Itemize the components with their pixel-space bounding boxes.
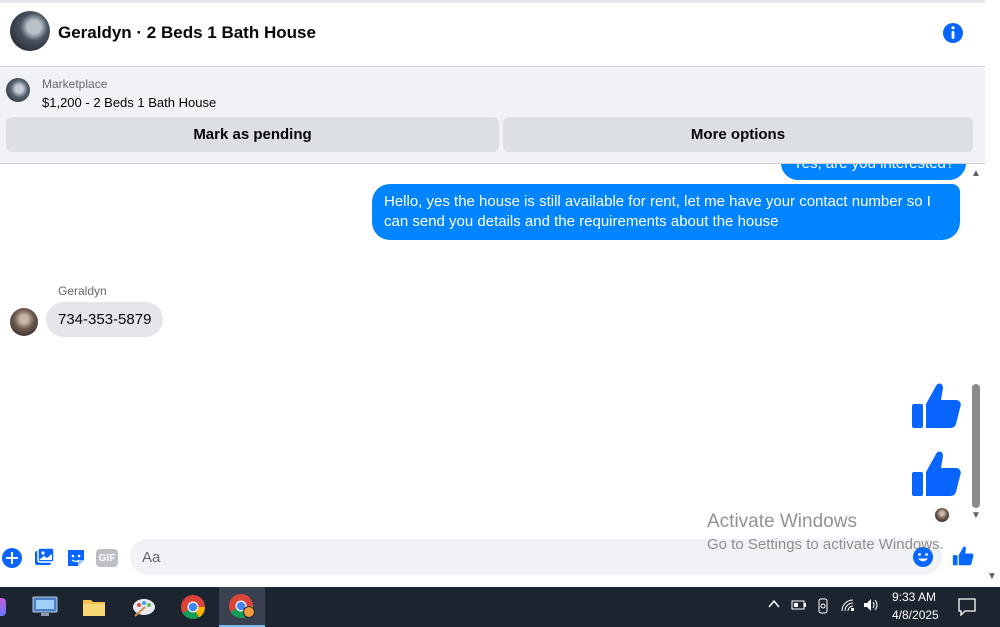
outgoing-message[interactable]: Hello, yes the house is still available …	[372, 184, 960, 240]
paint-palette-icon	[133, 599, 155, 617]
gif-label: GIF	[98, 552, 116, 564]
sticker-icon[interactable]	[65, 547, 87, 569]
marketplace-panel: Marketplace $1,200 - 2 Beds 1 Bath House…	[0, 67, 985, 164]
activate-windows-title: Activate Windows	[707, 511, 857, 532]
message-thread: Yes, are you interested? Hello, yes the …	[0, 164, 968, 536]
seen-indicator-avatar	[935, 508, 949, 522]
device-icon[interactable]	[816, 598, 830, 617]
volume-icon[interactable]	[863, 598, 881, 615]
folder-icon	[83, 600, 105, 616]
partial-app-icon[interactable]	[0, 598, 6, 616]
incoming-message[interactable]: 734-353-5879	[46, 302, 164, 337]
scroll-up-arrow-icon[interactable]: ▲	[971, 168, 981, 179]
monitor-app-icon	[32, 596, 58, 616]
contact-avatar[interactable]	[10, 11, 50, 51]
info-icon[interactable]	[941, 21, 965, 45]
taskbar-app-monitor[interactable]	[22, 587, 68, 627]
image-icon[interactable]	[33, 547, 55, 569]
conversation-title[interactable]: Geraldyn · 2 Beds 1 Bath House	[58, 23, 316, 43]
taskbar-file-explorer[interactable]	[71, 587, 117, 627]
gif-icon[interactable]: GIF	[96, 549, 118, 567]
battery-icon[interactable]	[791, 598, 807, 615]
taskbar-time[interactable]: 9:33 AM	[892, 590, 936, 604]
network-icon[interactable]	[840, 598, 856, 615]
mark-as-pending-button[interactable]: Mark as pending	[6, 117, 499, 152]
outgoing-message[interactable]: Yes, are you interested?	[781, 164, 967, 180]
activate-windows-subtitle: Go to Settings to activate Windows.	[707, 536, 944, 553]
plus-icon[interactable]	[1, 547, 23, 569]
thumbs-up-icon[interactable]	[910, 448, 962, 500]
show-hidden-icons-icon[interactable]	[767, 597, 781, 614]
listing-thumbnail[interactable]	[6, 78, 30, 102]
listing-title[interactable]: $1,200 - 2 Beds 1 Bath House	[42, 95, 216, 110]
scrollbar-thumb[interactable]	[972, 384, 980, 508]
notifications-icon[interactable]	[958, 598, 976, 619]
message-input-placeholder: Aa	[142, 549, 161, 566]
taskbar-date[interactable]: 4/8/2025	[892, 608, 939, 622]
taskbar-paint-app[interactable]	[121, 587, 167, 627]
page-scroll-down-arrow-icon[interactable]: ▼	[987, 571, 997, 582]
thumbs-up-icon[interactable]	[910, 380, 962, 432]
scroll-down-arrow-icon[interactable]: ▼	[971, 510, 981, 521]
like-icon[interactable]	[952, 545, 974, 567]
marketplace-label: Marketplace	[42, 77, 108, 91]
more-options-button[interactable]: More options	[503, 117, 973, 152]
chrome-icon	[181, 595, 205, 620]
sender-name: Geraldyn	[58, 284, 107, 298]
taskbar-chrome[interactable]	[170, 587, 216, 627]
chrome-profile-icon	[229, 594, 255, 619]
taskbar-chrome-profile-active[interactable]	[219, 587, 265, 627]
sender-avatar[interactable]	[10, 308, 38, 336]
